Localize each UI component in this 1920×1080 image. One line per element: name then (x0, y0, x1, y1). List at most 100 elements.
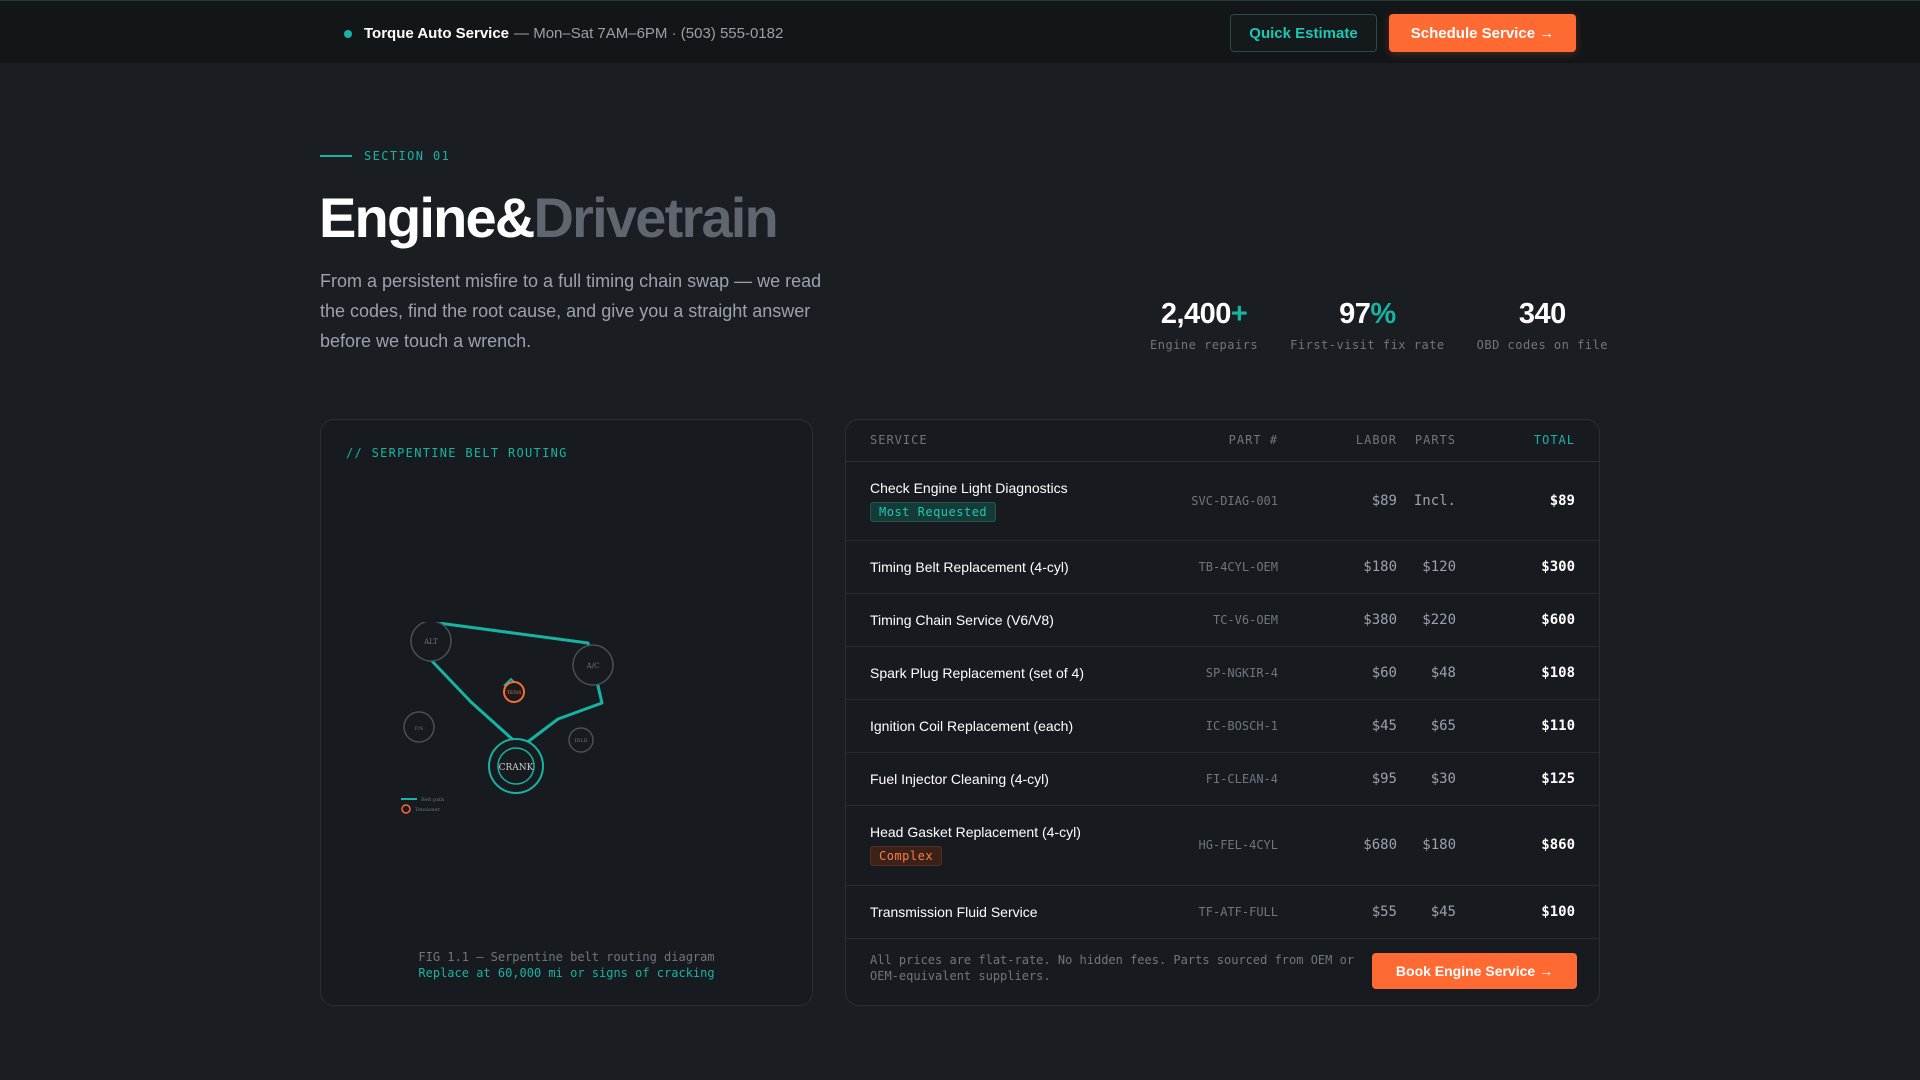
part-number: SVC-DIAG-001 (1191, 494, 1278, 508)
table-row[interactable]: Timing Chain Service (V6/V8) TC-V6-OEM $… (846, 594, 1599, 647)
parts-price: $120 (1422, 559, 1456, 575)
badge-complex: Complex (870, 846, 943, 866)
service-name: Head Gasket Replacement (4-cyl) (870, 824, 1081, 840)
service-name: Transmission Fluid Service (870, 904, 1038, 920)
part-number: TF-ATF-FULL (1198, 905, 1278, 919)
stat-obd-codes: 340 OBD codes on file (1477, 298, 1608, 352)
header-part: PART # (1228, 433, 1278, 447)
total-price: $860 (1541, 837, 1575, 853)
table-row[interactable]: Transmission Fluid Service TF-ATF-FULL $… (846, 886, 1599, 939)
pulley-ps: P/S (403, 711, 435, 743)
figure-caption: FIG 1.1 — Serpentine belt routing diagra… (321, 949, 812, 981)
title-dim: Drivetrain (533, 186, 779, 249)
service-name: Check Engine Light Diagnostics (870, 480, 1068, 496)
part-number: HG-FEL-4CYL (1198, 838, 1278, 852)
header-service: SERVICE (870, 433, 928, 447)
svg-text:IDLR: IDLR (574, 738, 587, 744)
parts-price: $220 (1422, 612, 1456, 628)
stats-row: 2,400+ Engine repairs 97% First-visit fi… (1150, 298, 1608, 352)
section-label: SECTION 01 (320, 149, 450, 163)
table-header: SERVICE PART # LABOR PARTS TOTAL (846, 420, 1599, 462)
svg-text:ALT: ALT (423, 638, 438, 646)
stat-value: 340 (1518, 298, 1566, 330)
schedule-service-button[interactable]: Schedule Service → (1389, 14, 1576, 52)
pulley-ac: A/C (572, 644, 614, 686)
total-price: $300 (1541, 559, 1575, 575)
total-price: $110 (1541, 718, 1575, 734)
service-name: Timing Belt Replacement (4-cyl) (870, 559, 1069, 575)
parts-price: $30 (1430, 771, 1456, 787)
table-row[interactable]: Spark Plug Replacement (set of 4) SP-NGK… (846, 647, 1599, 700)
hero-description: From a persistent misfire to a full timi… (320, 271, 822, 351)
stat-value: 2,400 (1160, 298, 1232, 330)
brand-name: Torque Auto Service (364, 25, 510, 42)
brand-info: — Mon–Sat 7AM–6PM · (503) 555-0182 (514, 25, 784, 42)
legend-tensioner-label: Tensioner (415, 807, 440, 813)
pulley-alt: ALT (410, 622, 452, 662)
table-row[interactable]: Timing Belt Replacement (4-cyl) TB-4CYL-… (846, 541, 1599, 594)
pulley-tensioner: TENS (503, 681, 525, 703)
parts-price: $65 (1430, 718, 1456, 734)
caption-text: FIG 1.1 — Serpentine belt routing diagra… (418, 950, 715, 964)
stat-value: 97 (1339, 298, 1371, 330)
labor-price: $680 (1363, 837, 1397, 853)
stat-accent: % (1370, 298, 1396, 330)
header-parts: PARTS (1414, 433, 1456, 447)
total-price: $89 (1549, 493, 1575, 509)
status-dot-icon (344, 29, 352, 38)
table-row[interactable]: Fuel Injector Cleaning (4-cyl) FI-CLEAN-… (846, 753, 1599, 806)
labor-price: $89 (1371, 493, 1397, 509)
stat-fix-rate: 97% First-visit fix rate (1290, 298, 1445, 352)
quick-estimate-button[interactable]: Quick Estimate (1230, 14, 1377, 52)
page-title: Engine&Drivetrain (319, 185, 779, 250)
part-number: TC-V6-OEM (1212, 613, 1278, 627)
svg-text:TENS: TENS (507, 690, 522, 696)
svg-text:CRANK: CRANK (499, 763, 534, 773)
header-labor: LABOR (1355, 433, 1397, 447)
part-number: FI-CLEAN-4 (1205, 772, 1278, 786)
service-name: Spark Plug Replacement (set of 4) (870, 665, 1084, 681)
total-price: $100 (1541, 904, 1575, 920)
service-name: Timing Chain Service (V6/V8) (870, 612, 1054, 628)
total-price: $600 (1541, 612, 1575, 628)
table-row[interactable]: Ignition Coil Replacement (each) IC-BOSC… (846, 700, 1599, 753)
stat-label: First-visit fix rate (1290, 338, 1445, 352)
svg-text:P/S: P/S (415, 726, 424, 732)
pricing-table-card: SERVICE PART # LABOR PARTS TOTAL Check E… (845, 419, 1600, 1006)
brand: Torque Auto Service — Mon–Sat 7AM–6PM · … (344, 25, 783, 42)
total-price: $108 (1541, 665, 1575, 681)
pricing-footnote: All prices are flat-rate. No hidden fees… (870, 953, 1355, 983)
labor-price: $380 (1363, 612, 1397, 628)
labor-price: $45 (1371, 718, 1397, 734)
part-number: IC-BOSCH-1 (1205, 719, 1278, 733)
stat-engine-repairs: 2,400+ Engine repairs (1150, 298, 1258, 352)
labor-price: $60 (1371, 665, 1397, 681)
table-row[interactable]: Check Engine Light Diagnostics Most Requ… (846, 462, 1599, 541)
parts-price: Incl. (1413, 493, 1456, 509)
service-name: Ignition Coil Replacement (each) (870, 718, 1074, 734)
labor-price: $95 (1371, 771, 1397, 787)
serpentine-belt-diagram: ALT A/C TENS P/S IDLR CRANK Belt path Te… (401, 622, 614, 814)
pulley-crank: CRANK (488, 738, 544, 794)
top-bar: Torque Auto Service — Mon–Sat 7AM–6PM · … (0, 0, 1920, 63)
table-row[interactable]: Head Gasket Replacement (4-cyl) Complex … (846, 806, 1599, 886)
parts-price: $180 (1422, 837, 1456, 853)
stat-label: Engine repairs (1150, 338, 1259, 352)
section-line (320, 155, 352, 157)
section-label-text: SECTION 01 (364, 149, 451, 163)
stat-label: OBD codes on file (1476, 338, 1608, 352)
header-total: TOTAL (1533, 433, 1575, 447)
svg-text:A/C: A/C (586, 662, 600, 670)
labor-price: $180 (1363, 559, 1397, 575)
total-price: $125 (1541, 771, 1575, 787)
part-number: SP-NGKIR-4 (1205, 666, 1278, 680)
labor-price: $55 (1371, 904, 1397, 920)
diagram-legend: Belt path Tensioner (401, 797, 445, 814)
stat-accent: + (1230, 298, 1248, 330)
service-name: Fuel Injector Cleaning (4-cyl) (870, 771, 1049, 787)
caption-note: Replace at 60,000 mi or signs of crackin… (418, 966, 715, 980)
badge-most-requested: Most Requested (870, 502, 997, 522)
book-engine-service-button[interactable]: Book Engine Service → (1372, 953, 1577, 989)
legend-belt-label: Belt path (421, 797, 445, 803)
legend-tensioner-swatch (401, 804, 411, 814)
